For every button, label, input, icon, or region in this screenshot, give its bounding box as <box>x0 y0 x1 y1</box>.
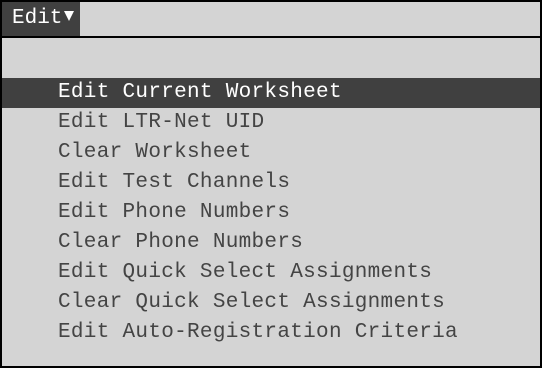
menu-item-edit-quick-select-assignments[interactable]: Edit Quick Select Assignments <box>2 258 540 288</box>
menu-bar: Edit <box>2 2 540 38</box>
edit-menu-list: Edit Current Worksheet Edit LTR-Net UID … <box>2 78 540 348</box>
triangle-down-icon <box>64 11 75 21</box>
menu-item-edit-test-channels[interactable]: Edit Test Channels <box>2 168 540 198</box>
menu-item-edit-auto-registration-criteria[interactable]: Edit Auto-Registration Criteria <box>2 318 540 348</box>
menu-item-edit-ltr-net-uid[interactable]: Edit LTR-Net UID <box>2 108 540 138</box>
menu-item-clear-worksheet[interactable]: Clear Worksheet <box>2 138 540 168</box>
menu-item-edit-phone-numbers[interactable]: Edit Phone Numbers <box>2 198 540 228</box>
edit-menu-label: Edit <box>12 7 63 30</box>
menu-item-edit-current-worksheet[interactable]: Edit Current Worksheet <box>2 78 540 108</box>
menu-item-clear-quick-select-assignments[interactable]: Clear Quick Select Assignments <box>2 288 540 318</box>
edit-menu-button[interactable]: Edit <box>2 2 81 36</box>
menu-screen: Edit Edit Current Worksheet Edit LTR-Net… <box>0 0 542 368</box>
menu-item-clear-phone-numbers[interactable]: Clear Phone Numbers <box>2 228 540 258</box>
